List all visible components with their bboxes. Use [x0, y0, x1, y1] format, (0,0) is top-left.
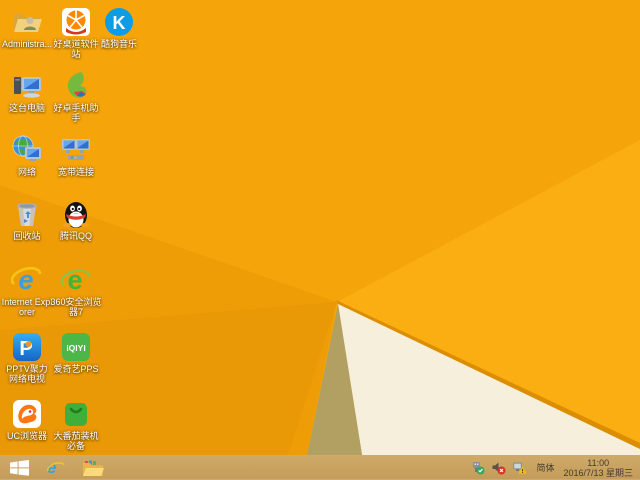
desktop-icon-label: UC浏览器	[7, 431, 47, 441]
desktop-icon-360-browser[interactable]: e 360安全浏览器7	[50, 264, 102, 317]
internet-explorer-icon: e	[11, 264, 43, 296]
kugou-music-icon: K	[103, 6, 135, 38]
recycle-bin-icon	[11, 198, 43, 230]
desktop-icon-label: 腾讯QQ	[59, 231, 92, 241]
svg-text:K: K	[113, 13, 126, 33]
desktop-icon-label: 好卓手机助手	[53, 103, 99, 123]
windows-logo-icon	[9, 459, 29, 476]
svg-text:e: e	[67, 265, 82, 295]
desktop-icon-uc-browser[interactable]: UC浏览器	[1, 398, 53, 441]
tray-network-warning-icon[interactable]	[512, 460, 527, 475]
desktop-icon-this-pc[interactable]: 这台电脑	[1, 70, 53, 113]
desktop-icon-label: 回收站	[13, 231, 41, 241]
desktop-icon-label: 宽带连接	[57, 167, 94, 177]
broadband-connection-icon	[60, 134, 92, 166]
haozhuo-assistant-swirl-icon	[60, 70, 92, 102]
desktop-icon-label: 大番茄装机必备	[53, 431, 99, 451]
uc-browser-squirrel-icon	[11, 398, 43, 430]
desktop-icon-label: 爱奇艺PPS	[53, 364, 99, 374]
taskbar: e 简体 11:00 2016/7/13 星期三	[0, 455, 640, 480]
haozhuodao-citrus-icon	[60, 6, 92, 38]
ime-indicator[interactable]: 简体	[533, 461, 557, 474]
desktop-icon-label: 360安全浏览器7	[50, 297, 102, 317]
clock-time: 11:00	[587, 457, 610, 468]
desktop-icon-qq[interactable]: 腾讯QQ	[50, 198, 102, 241]
tray-usb-icon[interactable]	[470, 460, 485, 475]
start-button[interactable]	[8, 457, 30, 479]
taskbar-ie-button[interactable]: e	[45, 457, 67, 479]
iqiyi-icon: iQIYI	[60, 331, 92, 363]
desktop-icon-label: 酷狗音乐	[100, 39, 137, 49]
desktop-icon-label: Administra...	[1, 39, 52, 49]
desktop-icon-administrator[interactable]: Administra...	[1, 6, 53, 49]
this-pc-icon	[11, 70, 43, 102]
taskbar-file-explorer-button[interactable]	[82, 457, 104, 479]
desktop-icon-label: 网络	[17, 167, 36, 177]
taskbar-tray: 简体 11:00 2016/7/13 星期三	[470, 458, 640, 478]
taskbar-left: e	[0, 457, 104, 479]
qq-penguin-icon	[60, 198, 92, 230]
desktop-icon-iqiyi[interactable]: iQIYI 爱奇艺PPS	[50, 331, 102, 374]
ie-swoosh-icon	[47, 461, 65, 471]
desktop-icon-label: 这台电脑	[8, 103, 45, 113]
desktop-icon-haozhuo-assistant[interactable]: 好卓手机助手	[50, 70, 102, 123]
tomato-bag-icon	[60, 398, 92, 430]
desktop-icon-tomato[interactable]: 大番茄装机必备	[50, 398, 102, 451]
pptv-icon: P	[11, 331, 43, 363]
desktop-icon-network[interactable]: 网络	[1, 134, 53, 177]
network-globe-icon	[11, 134, 43, 166]
svg-text:iQIYI: iQIYI	[66, 343, 85, 353]
desktop-icon-broadband[interactable]: 宽带连接	[50, 134, 102, 177]
desktop-icon-label: Internet Explorer	[1, 297, 53, 317]
desktop-icon-recycle-bin[interactable]: 回收站	[1, 198, 53, 241]
desktop-icon-internet-explorer[interactable]: e Internet Explorer	[1, 264, 53, 317]
desktop-icon-pptv[interactable]: P PPTV聚力 网络电视	[1, 331, 53, 384]
desktop-icon-label: PPTV聚力 网络电视	[6, 364, 48, 384]
clock-date: 2016/7/13 星期三	[563, 467, 633, 478]
administrator-folder-icon	[11, 6, 43, 38]
taskbar-clock[interactable]: 11:00 2016/7/13 星期三	[563, 458, 635, 478]
desktop: Administra... 好桌道软件站 K 酷狗音乐 这台电脑 好卓手机助手 …	[0, 0, 640, 480]
360-browser-icon: e	[60, 264, 92, 296]
tray-volume-muted-icon[interactable]	[491, 460, 506, 475]
desktop-icon-kugou[interactable]: K 酷狗音乐	[93, 6, 145, 49]
file-explorer-folder-icon	[83, 460, 104, 476]
svg-text:P: P	[19, 338, 32, 360]
